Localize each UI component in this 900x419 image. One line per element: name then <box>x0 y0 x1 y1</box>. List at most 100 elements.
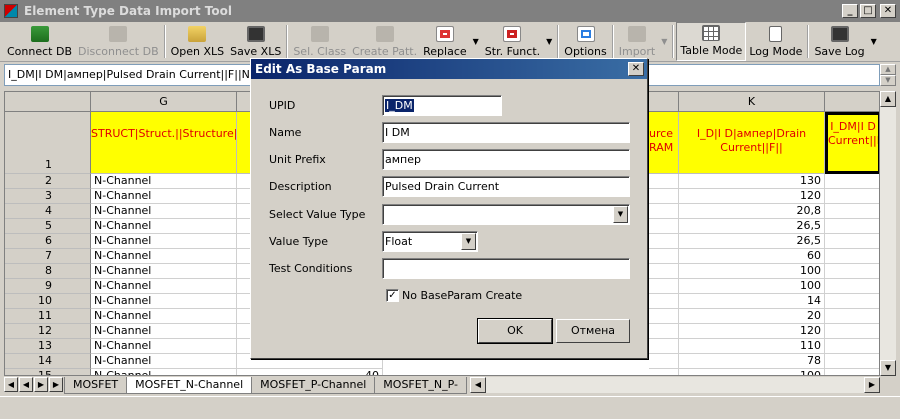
cell-j[interactable] <box>649 204 679 219</box>
cell-k[interactable]: 26,5 <box>679 219 825 234</box>
table-mode-button[interactable]: Table Mode <box>676 22 747 61</box>
scroll-down-icon[interactable]: ▼ <box>880 360 896 376</box>
cell-k[interactable]: 20 <box>679 309 825 324</box>
row-header[interactable]: 4 <box>5 204 91 219</box>
cell-j[interactable] <box>649 324 679 339</box>
dialog-close-button[interactable]: ✕ <box>628 62 644 76</box>
cell-g[interactable]: N-Channel <box>91 204 237 219</box>
value-type-combo[interactable]: Float ▼ <box>382 231 478 252</box>
cell-k[interactable]: 120 <box>679 324 825 339</box>
cell-j[interactable] <box>649 219 679 234</box>
row-header[interactable]: 13 <box>5 339 91 354</box>
replace-dropdown-arrow[interactable]: ▼ <box>470 22 482 61</box>
row-header[interactable]: 10 <box>5 294 91 309</box>
cell-g[interactable]: N-Channel <box>91 339 237 354</box>
cell-l[interactable] <box>825 309 879 324</box>
cell-j[interactable] <box>649 354 679 369</box>
formula-scroller[interactable]: ▲ ▼ <box>880 64 896 86</box>
cell-k[interactable]: 100 <box>679 369 825 375</box>
cell-k[interactable]: 26,5 <box>679 234 825 249</box>
row-header[interactable]: 9 <box>5 279 91 294</box>
connect-db-button[interactable]: Connect DB <box>4 22 75 61</box>
save-xls-button[interactable]: Save XLS <box>227 22 284 61</box>
sheet-tab-mosfet-p-channel[interactable]: MOSFET_P-Channel <box>251 377 376 394</box>
cell-l[interactable] <box>825 204 879 219</box>
str-funct-dropdown-arrow[interactable]: ▼ <box>543 22 555 61</box>
cell-k[interactable]: 78 <box>679 354 825 369</box>
row-header[interactable]: 3 <box>5 189 91 204</box>
scroll-up-icon[interactable]: ▲ <box>880 91 896 107</box>
cell-l[interactable] <box>825 219 879 234</box>
cell-k[interactable]: 120 <box>679 189 825 204</box>
scroll-up-icon[interactable]: ▲ <box>880 64 896 75</box>
cell-l[interactable] <box>825 174 879 189</box>
row-header[interactable]: 2 <box>5 174 91 189</box>
cell-l[interactable] <box>825 189 879 204</box>
cell-g[interactable]: N-Channel <box>91 219 237 234</box>
last-sheet-icon[interactable]: ▶ <box>49 377 63 392</box>
row-header-1[interactable]: 1 <box>5 112 91 174</box>
cell-j[interactable] <box>649 279 679 294</box>
row-header[interactable]: 11 <box>5 309 91 324</box>
column-header-k[interactable]: K <box>679 92 825 112</box>
column-header-g[interactable]: G <box>91 92 237 112</box>
cell-g[interactable]: N-Channel <box>91 189 237 204</box>
cell-j[interactable] <box>649 234 679 249</box>
cell-g[interactable]: N-Channel <box>91 279 237 294</box>
options-button[interactable]: Options <box>561 22 609 61</box>
next-sheet-icon[interactable]: ▶ <box>34 377 48 392</box>
cell-j[interactable] <box>649 309 679 324</box>
vertical-scrollbar[interactable]: ▲ ▼ <box>880 91 896 376</box>
row-header[interactable]: 8 <box>5 264 91 279</box>
first-sheet-icon[interactable]: ◀ <box>4 377 18 392</box>
cell-j[interactable] <box>649 189 679 204</box>
header-cell-k[interactable]: I_D|I D|ампер|Drain Current||F|| <box>679 112 825 174</box>
chevron-down-icon[interactable]: ▼ <box>613 206 628 223</box>
disconnect-db-button[interactable]: Disconnect DB <box>75 22 162 61</box>
cell-j[interactable] <box>649 249 679 264</box>
corner-header[interactable] <box>5 92 91 112</box>
maximize-button[interactable]: □ <box>860 4 876 18</box>
scroll-down-icon[interactable]: ▼ <box>880 75 896 86</box>
save-log-button[interactable]: Save Log <box>811 22 867 61</box>
cell-k[interactable]: 100 <box>679 279 825 294</box>
unit-prefix-field[interactable]: ампер <box>382 149 630 170</box>
cell-l[interactable] <box>825 294 879 309</box>
cell-g[interactable]: N-Channel <box>91 294 237 309</box>
column-header-l[interactable] <box>825 92 879 112</box>
row-header[interactable]: 15 <box>5 369 91 375</box>
name-field[interactable]: I DM <box>382 122 630 143</box>
cell-l[interactable] <box>825 264 879 279</box>
horizontal-scrollbar[interactable]: ◀ ▶ <box>470 377 880 393</box>
cell-l[interactable] <box>825 234 879 249</box>
sheet-tab-mosfet[interactable]: MOSFET <box>64 377 128 394</box>
sheet-tab-mosfet-n-p[interactable]: MOSFET_N_P- <box>374 377 468 394</box>
save-log-dropdown-arrow[interactable]: ▼ <box>868 22 880 61</box>
cell-j[interactable] <box>649 294 679 309</box>
cell-j[interactable] <box>649 369 679 375</box>
row-header[interactable]: 5 <box>5 219 91 234</box>
row-header[interactable]: 12 <box>5 324 91 339</box>
row-header[interactable]: 6 <box>5 234 91 249</box>
cell-g[interactable]: N-Channel <box>91 174 237 189</box>
cell-l[interactable] <box>825 369 879 375</box>
cell-j[interactable] <box>649 339 679 354</box>
cell-l[interactable] <box>825 354 879 369</box>
create-patt-button[interactable]: Create Patt. <box>349 22 420 61</box>
cell-k[interactable]: 14 <box>679 294 825 309</box>
log-mode-button[interactable]: Log Mode <box>746 22 805 61</box>
cell-k[interactable]: 110 <box>679 339 825 354</box>
open-xls-button[interactable]: Open XLS <box>168 22 228 61</box>
description-field[interactable]: Pulsed Drain Current <box>382 176 630 197</box>
scroll-right-icon[interactable]: ▶ <box>864 377 880 393</box>
cell-k[interactable]: 130 <box>679 174 825 189</box>
cell-g[interactable]: N-Channel <box>91 249 237 264</box>
row-header[interactable]: 7 <box>5 249 91 264</box>
upid-field[interactable]: I_DM <box>382 95 502 116</box>
cell-k[interactable]: 20,8 <box>679 204 825 219</box>
cell-j[interactable] <box>649 264 679 279</box>
sel-class-button[interactable]: Sel. Class <box>290 22 349 61</box>
chevron-down-icon[interactable]: ▼ <box>461 233 476 250</box>
close-window-button[interactable]: ✕ <box>880 4 896 18</box>
sheet-tab-mosfet-n-channel[interactable]: MOSFET_N-Channel <box>126 377 253 394</box>
